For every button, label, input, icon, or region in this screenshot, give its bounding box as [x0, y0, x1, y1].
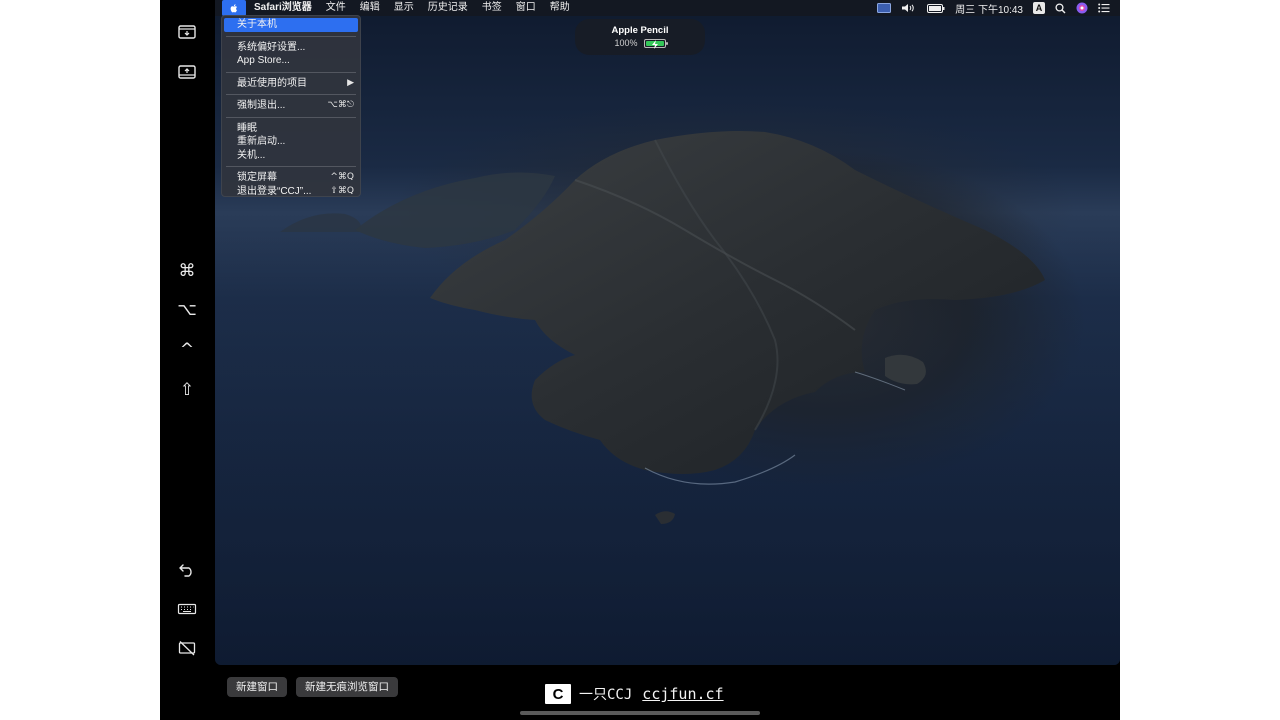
shift-key-label: ⇧	[179, 379, 195, 400]
menu-item-label: 关于本机	[237, 19, 277, 30]
menu-item-sleep[interactable]: 睡眠	[222, 122, 360, 136]
watermark: C 一只CCJ ccjfun.cf	[545, 682, 724, 706]
menu-item-shortcut: ⌥⌘⎋	[327, 100, 355, 110]
desktop-wallpaper: Safari浏览器 文件 编辑 显示 历史记录 书签 窗口 帮助 周三 下午10…	[215, 0, 1120, 665]
menu-item-lock-screen[interactable]: 锁定屏幕 ^⌘Q	[222, 171, 360, 185]
menu-window[interactable]: 窗口	[509, 0, 543, 16]
menu-help[interactable]: 帮助	[543, 0, 577, 16]
new-private-window-button[interactable]: 新建无痕浏览窗口	[296, 677, 398, 697]
watermark-logo-icon: C	[545, 684, 571, 704]
menu-separator	[226, 94, 356, 95]
menu-item-label: 系统偏好设置...	[237, 41, 306, 53]
apple-pencil-battery-hud: Apple Pencil 100%	[575, 19, 705, 55]
menu-edit[interactable]: 编辑	[353, 0, 387, 16]
menu-item-system-preferences[interactable]: 系统偏好设置...	[222, 41, 360, 55]
menu-item-label: 睡眠	[237, 122, 257, 134]
menu-separator	[226, 35, 356, 37]
menu-item-shortcut: ^⌘Q	[330, 172, 354, 182]
screen-mirroring-icon[interactable]	[877, 3, 892, 13]
apple-menu-button[interactable]	[222, 0, 246, 16]
menu-app-name[interactable]: Safari浏览器	[246, 0, 319, 16]
pencil-battery-row: 100%	[575, 38, 705, 49]
watermark-url: ccjfun.cf	[642, 685, 724, 703]
menu-item-label: 退出登录“CCJ”...	[237, 185, 312, 197]
menubar-clock[interactable]: 周三 下午10:43	[955, 1, 1023, 16]
menu-item-label: 强制退出...	[237, 100, 286, 111]
keyboard-icon[interactable]	[174, 596, 200, 622]
disconnect-display-icon[interactable]	[174, 635, 200, 661]
submenu-arrow-icon: ▶	[347, 77, 354, 88]
show-dock-icon[interactable]	[174, 59, 200, 85]
menu-item-label: App Store...	[237, 55, 290, 66]
shift-key-icon[interactable]: ⇧	[174, 377, 200, 403]
menubar-status-area: 周三 下午10:43 A	[877, 0, 1110, 16]
option-key-icon[interactable]: ⌥	[174, 297, 200, 323]
new-window-button[interactable]: 新建窗口	[227, 677, 287, 697]
menu-view[interactable]: 显示	[387, 0, 421, 16]
macos-menubar: Safari浏览器 文件 编辑 显示 历史记录 书签 窗口 帮助 周三 下午10…	[215, 0, 1120, 16]
option-key-label: ⌥	[177, 299, 197, 320]
apple-logo-icon	[230, 3, 238, 12]
volume-icon[interactable]	[901, 3, 917, 13]
menu-separator	[226, 116, 356, 118]
pencil-title: Apple Pencil	[611, 25, 669, 36]
pencil-battery-percent: 100%	[614, 38, 638, 48]
menu-item-label: 关机...	[237, 149, 266, 161]
menu-file[interactable]: 文件	[319, 0, 353, 16]
menu-item-recent-items[interactable]: 最近使用的项目 ▶	[222, 77, 360, 91]
sidecar-touch-bar: 新建窗口 新建无痕浏览窗口 C 一只CCJ ccjfun.cf	[215, 665, 1120, 720]
command-key-icon[interactable]: ⌘	[174, 258, 200, 284]
charging-battery-icon	[643, 38, 668, 49]
menu-separator	[226, 71, 356, 73]
apple-menu-dropdown: 关于本机 系统偏好设置... App Store... 最近使用的项目 ▶ 强制退…	[221, 15, 361, 197]
show-menubar-icon[interactable]	[174, 19, 200, 45]
home-indicator[interactable]	[520, 711, 760, 715]
menu-item-shortcut: ⇧⌘Q	[330, 185, 354, 196]
menu-item-log-out[interactable]: 退出登录“CCJ”... ⇧⌘Q	[222, 185, 360, 199]
ipad-sidecar-frame: ⌘ ⌥ ^ ⇧ Safari浏览器 文件 编辑 显示 历史记录 书签 窗口 帮助…	[160, 0, 1120, 720]
menu-separator	[226, 166, 356, 167]
notification-center-icon[interactable]	[1098, 3, 1110, 13]
undo-icon[interactable]	[174, 556, 200, 582]
menu-item-force-quit[interactable]: 强制退出... ⌥⌘⎋	[222, 99, 360, 113]
sidecar-sidebar: ⌘ ⌥ ^ ⇧	[160, 0, 215, 720]
menu-item-shut-down[interactable]: 关机...	[222, 149, 360, 163]
menu-bookmarks[interactable]: 书签	[475, 0, 509, 16]
input-method-icon[interactable]: A	[1033, 2, 1045, 14]
menu-item-app-store[interactable]: App Store...	[222, 54, 360, 68]
command-key-label: ⌘	[178, 260, 196, 281]
siri-icon[interactable]	[1076, 2, 1088, 14]
control-key-label: ^	[179, 339, 195, 360]
menu-item-label: 锁定屏幕	[237, 172, 277, 183]
control-key-icon[interactable]: ^	[174, 337, 200, 363]
menu-history[interactable]: 历史记录	[421, 0, 475, 16]
input-method-label: A	[1035, 3, 1043, 13]
menu-item-restart[interactable]: 重新启动...	[222, 135, 360, 149]
menu-item-about-this-mac[interactable]: 关于本机	[224, 18, 358, 32]
menu-item-label: 重新启动...	[237, 136, 286, 147]
watermark-author: 一只CCJ	[579, 687, 633, 703]
spotlight-search-icon[interactable]	[1055, 2, 1066, 14]
menu-item-label: 最近使用的项目	[237, 77, 307, 89]
battery-icon[interactable]	[927, 3, 945, 13]
